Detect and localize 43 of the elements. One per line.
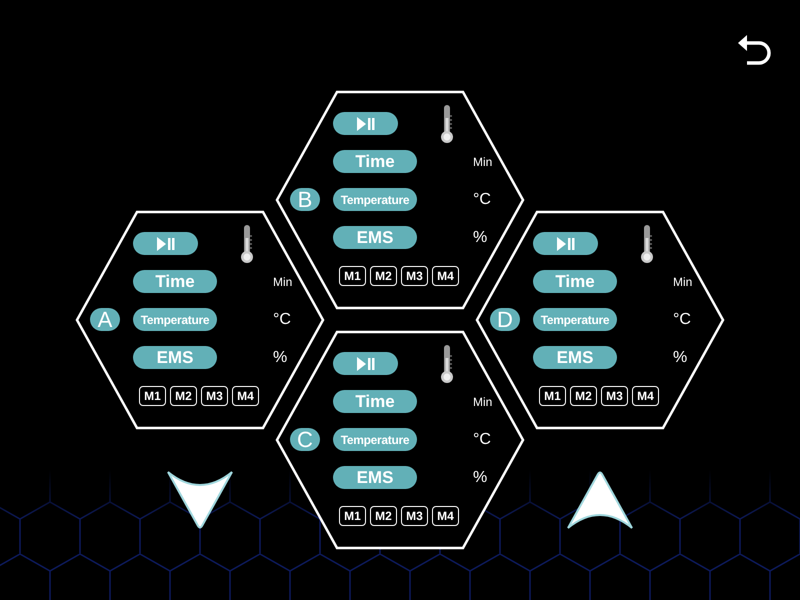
mode-button[interactable]: M2 [170,386,197,406]
mode-button[interactable]: M1 [339,266,366,286]
down-arrow-icon[interactable] [166,470,234,530]
unit-label: % [673,348,688,368]
mode-button[interactable]: M3 [601,386,628,406]
unit-label: °C [273,310,291,330]
unit-label: Min [473,154,492,170]
mode-button[interactable]: M1 [339,506,366,526]
play-pause-icon [156,236,174,250]
unit-label: Min [673,274,692,290]
mode-button[interactable]: M3 [401,266,428,286]
unit-label: °C [473,190,491,210]
unit-label: °C [473,430,491,450]
play-pause-button[interactable] [333,112,398,135]
thermometer-icon [440,104,454,144]
thermometer-icon [240,224,254,264]
mode-button[interactable]: M1 [139,386,166,406]
play-pause-button[interactable] [333,352,398,375]
thermometer-icon [440,344,454,384]
unit-label: % [473,228,488,248]
mode-button[interactable]: M1 [539,386,566,406]
play-pause-button[interactable] [533,232,598,255]
mode-button[interactable]: M4 [432,506,459,526]
play-pause-button[interactable] [133,232,198,255]
mode-button[interactable]: M2 [370,506,397,526]
up-arrow-icon[interactable] [566,470,634,530]
play-pause-icon [356,116,374,130]
mode-button[interactable]: M4 [432,266,459,286]
mode-button[interactable]: M3 [401,506,428,526]
play-pause-icon [356,356,374,370]
unit-label: Min [473,394,492,410]
play-pause-icon [556,236,574,250]
mode-button[interactable]: M2 [370,266,397,286]
mode-button[interactable]: M3 [201,386,228,406]
thermometer-icon [640,224,654,264]
unit-label: % [273,348,288,368]
mode-button[interactable]: M2 [570,386,597,406]
unit-label: °C [673,310,691,330]
back-icon[interactable] [737,33,773,67]
mode-button[interactable]: M4 [232,386,259,406]
unit-label: Min [273,274,292,290]
mode-button[interactable]: M4 [632,386,659,406]
unit-label: % [473,468,488,488]
